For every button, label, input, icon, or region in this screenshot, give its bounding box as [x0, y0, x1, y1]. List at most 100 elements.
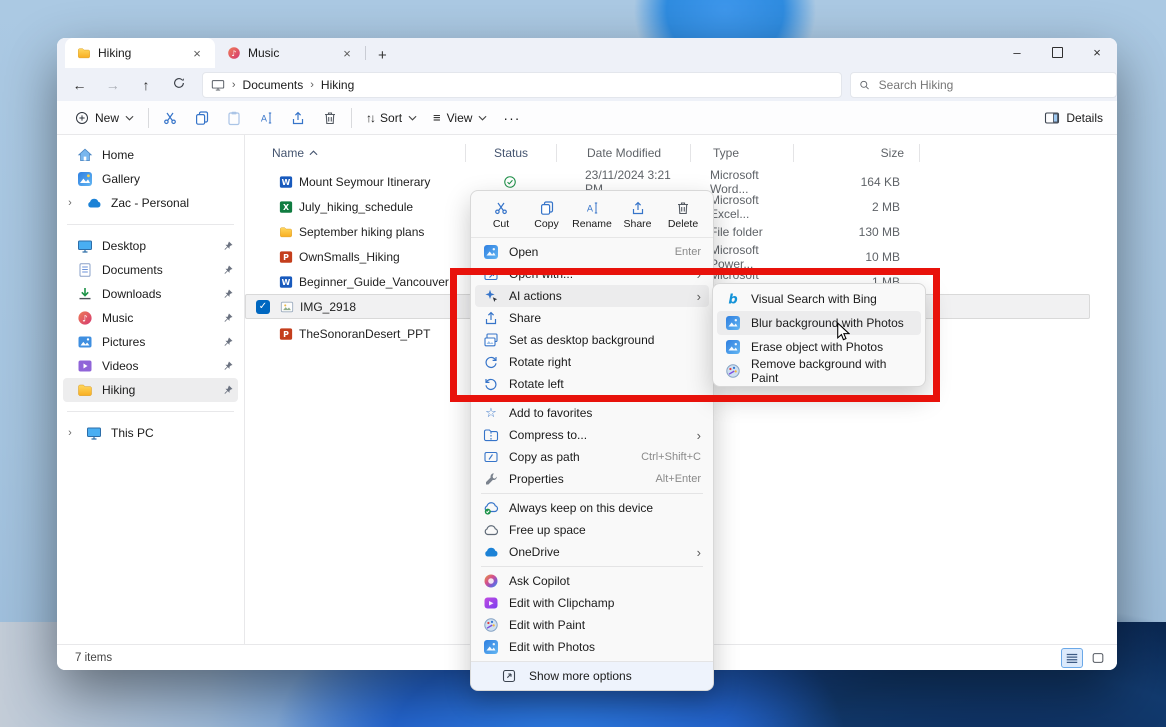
- gallery-icon: [77, 171, 93, 187]
- tab-label: Music: [248, 46, 279, 60]
- copy-button[interactable]: [187, 105, 217, 131]
- menu-item-edit-with-photos[interactable]: Edit with Photos: [475, 636, 709, 658]
- chevron-right-icon[interactable]: ›: [63, 427, 77, 439]
- sidebar-item-pictures[interactable]: Pictures: [63, 330, 238, 354]
- home-icon: [77, 147, 93, 163]
- details-view-button[interactable]: [1061, 648, 1083, 668]
- menu-item-open[interactable]: Open Enter: [475, 241, 709, 263]
- tab-label: Hiking: [98, 46, 131, 60]
- new-tab-button[interactable]: +: [366, 47, 399, 64]
- menu-item-show-more-options[interactable]: Show more options: [471, 661, 713, 690]
- tab-hiking[interactable]: Hiking ×: [65, 38, 215, 68]
- back-button[interactable]: ←: [63, 77, 96, 93]
- sidebar-item-hiking[interactable]: Hiking: [63, 378, 238, 402]
- sidebar-item-onedrive[interactable]: › Zac - Personal: [63, 191, 238, 215]
- toolbar-divider: [148, 108, 149, 128]
- menu-item-label: Edit with Paint: [509, 618, 585, 632]
- copy-path-icon: [483, 449, 499, 465]
- sort-ascending-icon: [309, 150, 318, 156]
- sort-button[interactable]: ↑↓ Sort: [358, 105, 425, 131]
- pictures-icon: [77, 334, 93, 350]
- share-menu-button[interactable]: Share: [618, 197, 658, 233]
- column-headers: Name Status Date Modified Type Size: [245, 141, 1117, 165]
- menu-item-ask-copilot[interactable]: Ask Copilot: [475, 570, 709, 592]
- minimize-button[interactable]: –: [997, 38, 1037, 66]
- preview-pane-button[interactable]: [1087, 648, 1109, 668]
- delete-icon: [675, 200, 691, 216]
- maximize-icon: [1052, 47, 1063, 58]
- details-view-icon: [1065, 651, 1079, 665]
- column-header-name[interactable]: Name: [245, 146, 465, 160]
- file-size: 164 KB: [790, 175, 900, 189]
- maximize-button[interactable]: [1037, 38, 1077, 66]
- word-file-icon: [279, 175, 293, 189]
- sidebar-item-home[interactable]: Home: [63, 143, 238, 167]
- menu-item-always-keep-on-device[interactable]: Always keep on this device: [475, 497, 709, 519]
- checkbox-checked[interactable]: ✓: [256, 300, 270, 314]
- menu-item-label: Free up space: [509, 523, 586, 537]
- tab-music[interactable]: Music ×: [215, 38, 365, 68]
- folder-icon: [77, 46, 91, 60]
- chevron-down-icon: [408, 115, 417, 121]
- copilot-icon: [483, 573, 499, 589]
- menu-item-properties[interactable]: Properties Alt+Enter: [475, 468, 709, 490]
- sidebar-item-music[interactable]: Music: [63, 306, 238, 330]
- more-options-button[interactable]: ···: [495, 110, 528, 126]
- menu-item-onedrive[interactable]: OneDrive ›: [475, 541, 709, 563]
- column-label: Name: [272, 146, 304, 160]
- view-button[interactable]: ≡ View: [425, 105, 495, 131]
- menu-item-free-up-space[interactable]: Free up space: [475, 519, 709, 541]
- onedrive-icon: [483, 544, 499, 560]
- up-button[interactable]: ↑: [129, 77, 162, 93]
- close-button[interactable]: ×: [1077, 38, 1117, 66]
- menu-item-edit-with-clipchamp[interactable]: Edit with Clipchamp: [475, 592, 709, 614]
- column-header-type[interactable]: Type: [691, 146, 793, 160]
- sidebar-item-desktop[interactable]: Desktop: [63, 234, 238, 258]
- breadcrumb-hiking[interactable]: Hiking: [321, 78, 354, 92]
- breadcrumb-documents[interactable]: Documents: [243, 78, 304, 92]
- rename-menu-button[interactable]: Rename: [572, 197, 612, 233]
- refresh-button[interactable]: [163, 76, 196, 93]
- column-header-date[interactable]: Date Modified: [557, 146, 690, 160]
- forward-button[interactable]: →: [96, 77, 129, 93]
- refresh-icon: [172, 76, 186, 90]
- cloud-outline-icon: [483, 522, 499, 538]
- delete-button[interactable]: [315, 105, 345, 131]
- menu-item-copy-as-path[interactable]: Copy as path Ctrl+Shift+C: [475, 446, 709, 468]
- details-toggle[interactable]: Details: [1044, 110, 1107, 126]
- column-header-status[interactable]: Status: [466, 146, 556, 160]
- tab-close-icon[interactable]: ×: [189, 46, 205, 61]
- rename-button[interactable]: [251, 105, 281, 131]
- delete-menu-button[interactable]: Delete: [663, 197, 703, 233]
- sidebar-item-gallery[interactable]: Gallery: [63, 167, 238, 191]
- file-name: July_hiking_schedule: [299, 200, 413, 214]
- menu-item-compress-to[interactable]: Compress to... ›: [475, 424, 709, 446]
- copy-menu-button[interactable]: Copy: [527, 197, 567, 233]
- breadcrumb[interactable]: › Documents › Hiking: [202, 72, 842, 98]
- column-label: Status: [494, 146, 528, 160]
- menu-item-edit-with-paint[interactable]: Edit with Paint: [475, 614, 709, 636]
- sort-button-label: Sort: [380, 111, 402, 125]
- chevron-right-icon: ›: [697, 428, 701, 443]
- quick-action-label: Copy: [534, 218, 559, 230]
- menu-item-add-to-favorites[interactable]: ☆ Add to favorites: [475, 402, 709, 424]
- sidebar-item-label: Music: [102, 311, 133, 325]
- new-button[interactable]: New: [67, 105, 142, 131]
- paste-button[interactable]: [219, 105, 249, 131]
- menu-item-label: Show more options: [529, 669, 632, 683]
- cloud-check-icon: [483, 500, 499, 516]
- sidebar-item-documents[interactable]: Documents: [63, 258, 238, 282]
- sidebar-item-this-pc[interactable]: › This PC: [63, 421, 238, 445]
- sidebar-item-downloads[interactable]: Downloads: [63, 282, 238, 306]
- share-button[interactable]: [283, 105, 313, 131]
- search-box[interactable]: [850, 72, 1117, 98]
- cut-menu-button[interactable]: Cut: [481, 197, 521, 233]
- menu-item-label: Add to favorites: [509, 406, 592, 420]
- search-input[interactable]: [877, 77, 1108, 93]
- file-size: 130 MB: [790, 225, 900, 239]
- tab-close-icon[interactable]: ×: [339, 46, 355, 61]
- chevron-right-icon[interactable]: ›: [63, 197, 77, 209]
- sidebar-item-videos[interactable]: Videos: [63, 354, 238, 378]
- column-header-size[interactable]: Size: [794, 146, 919, 160]
- cut-button[interactable]: [155, 105, 185, 131]
